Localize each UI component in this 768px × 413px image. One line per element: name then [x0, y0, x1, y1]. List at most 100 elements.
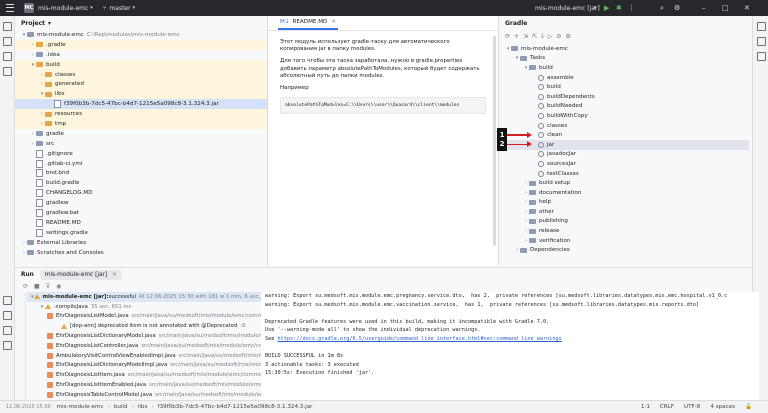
run-icon[interactable]: ▶: [604, 4, 609, 12]
add-icon[interactable]: +: [514, 33, 519, 40]
tree-item[interactable]: › tmp: [15, 119, 267, 129]
main-menu-icon[interactable]: [6, 4, 14, 12]
download-icon[interactable]: ⤓: [541, 32, 544, 40]
console-output[interactable]: warning: Export su.medsoft.mis.module.em…: [261, 292, 759, 400]
gradle-item[interactable]: clean 1: [497, 128, 749, 142]
file-encoding[interactable]: UTF-8: [684, 404, 700, 410]
close-icon[interactable]: ✕: [744, 4, 750, 12]
more-tools-icon[interactable]: [2, 67, 12, 76]
line-separator[interactable]: CRLF: [660, 404, 674, 410]
collapse-icon[interactable]: ⇱: [532, 33, 537, 40]
stop-icon[interactable]: ■: [34, 283, 40, 290]
git-tool-icon[interactable]: [2, 341, 12, 350]
tree-item[interactable]: › External Libraries: [15, 238, 267, 248]
tree-item[interactable]: .gitlab-ci.yml: [15, 159, 267, 169]
reload-icon[interactable]: ⟳: [505, 33, 510, 40]
build-tree-item[interactable]: EhrDiagnosisListDictionaryModelImpl.java…: [27, 361, 262, 371]
close-icon[interactable]: ✕: [331, 19, 336, 25]
structure-tool-icon[interactable]: [2, 52, 12, 61]
tree-item[interactable]: bnd.bnd: [15, 168, 267, 178]
project-switcher[interactable]: mis-module-emc: [38, 5, 88, 12]
breadcrumb-item[interactable]: build: [114, 404, 128, 410]
tab-readme[interactable]: M↓ README.MD ✕: [278, 16, 339, 30]
tree-item[interactable]: ▾ build: [15, 59, 267, 70]
gradle-item[interactable]: › other: [499, 207, 749, 217]
tree-item[interactable]: build.gradle: [15, 178, 267, 188]
build-tree-item[interactable]: EhrDiagnosisListModel.java src/main/java/…: [27, 312, 262, 322]
tree-item[interactable]: ▾ libs: [15, 89, 267, 100]
cursor-position[interactable]: 1:1: [641, 404, 650, 410]
gradle-item[interactable]: buildNeeded: [499, 102, 749, 112]
build-tree-item[interactable]: EhrDiagnosisListItem.java src/main/java/s…: [27, 370, 262, 380]
commit-tool-icon[interactable]: [2, 37, 12, 46]
tree-item[interactable]: › Scratches and Consoles: [15, 248, 267, 258]
tree-item[interactable]: › gradle: [15, 129, 267, 139]
gradle-item[interactable]: buildWithCopy: [499, 111, 749, 121]
breadcrumb-item[interactable]: mis-module-emc: [57, 404, 104, 410]
gradle-item[interactable]: › release: [499, 226, 749, 236]
gradle-item[interactable]: ▾ Tasks: [499, 54, 749, 64]
editor-scrollbar[interactable]: [493, 36, 496, 246]
database-tool-icon[interactable]: [756, 52, 766, 61]
gradle-item[interactable]: buildDependents: [499, 92, 749, 102]
gradle-item[interactable]: assemble: [499, 73, 749, 83]
gradle-item[interactable]: sourcesJar: [499, 159, 749, 169]
settings-icon[interactable]: ⚙: [674, 4, 680, 12]
expand-icon[interactable]: ⇲: [523, 33, 528, 40]
gradle-item[interactable]: jar 2: [497, 137, 749, 151]
gradle-item[interactable]: › publishing: [499, 217, 749, 227]
branch-switcher[interactable]: master: [109, 5, 130, 12]
tree-item[interactable]: .gitignore: [15, 149, 267, 159]
tree-item[interactable]: › classes: [15, 69, 267, 80]
gradle-item[interactable]: › Dependencies: [499, 245, 749, 255]
gradle-item[interactable]: ▾ mis-module-emc: [499, 44, 749, 54]
tree-item[interactable]: gradlew: [15, 198, 267, 208]
minimize-icon[interactable]: –: [702, 4, 706, 12]
build-tree-item[interactable]: AmbulatoryVisitControlViewEnabledImpl.ja…: [27, 351, 262, 361]
gradle-item[interactable]: javadocJar: [499, 150, 749, 160]
tree-item[interactable]: f39f0b3b-7dc5-47bc-b4d7-1215e5a098c8-3.1…: [15, 99, 267, 110]
problems-tool-icon[interactable]: [2, 326, 12, 335]
build-tree-item[interactable]: [dep-ann] deprecated item is not annotat…: [27, 321, 262, 331]
build-tree-item[interactable]: ▾ mis-module-emc [jar]: successful At 12.0…: [27, 292, 262, 302]
rerun-icon[interactable]: ⟳: [23, 283, 28, 290]
tree-item[interactable]: › resources: [15, 109, 267, 120]
run-config-selector[interactable]: mis-module-emc [jar]: [535, 5, 600, 12]
breadcrumb-item[interactable]: f39f0b3b-7dc5-47bc-b4d7-1215e5a098c8-3.1…: [158, 404, 313, 410]
tree-item[interactable]: › generated: [15, 79, 267, 90]
debug-icon[interactable]: ✱: [616, 4, 622, 12]
build-tree-item[interactable]: ▾:compileJava 35 sec, 651 ms: [27, 302, 262, 312]
run-tool-icon[interactable]: [2, 296, 12, 305]
tree-item[interactable]: › .gradle: [15, 39, 267, 50]
gradle-tool-icon[interactable]: [756, 37, 766, 46]
build-tree-item[interactable]: EhrDiagnosisListController.java src/main/…: [27, 341, 262, 351]
gradle-item[interactable]: › build setup: [499, 178, 749, 188]
gradle-item[interactable]: › verification: [499, 236, 749, 246]
build-tree-item[interactable]: EhrDiagnosisTableControlModel.java src/ma…: [27, 390, 262, 400]
settings-icon[interactable]: ⚙: [565, 33, 570, 40]
tree-item[interactable]: README.MD: [15, 218, 267, 228]
tree-item[interactable]: settings.gradle: [15, 228, 267, 238]
tree-item[interactable]: › src: [15, 139, 267, 149]
terminal-tool-icon[interactable]: [2, 311, 12, 320]
eye-icon[interactable]: ◉: [56, 283, 61, 290]
tree-item[interactable]: gradlew.bat: [15, 208, 267, 218]
maximize-icon[interactable]: □: [722, 4, 729, 12]
search-icon[interactable]: ⌕: [660, 4, 664, 13]
gradle-item[interactable]: testClasses: [499, 169, 749, 179]
tree-item[interactable]: CHANGELOG.MD: [15, 188, 267, 198]
chevron-down-icon[interactable]: ▾: [48, 20, 51, 27]
gradle-item[interactable]: classes: [499, 121, 749, 131]
gradle-item[interactable]: build: [499, 82, 749, 92]
tree-item[interactable]: › .idea: [15, 50, 267, 60]
notifications-icon[interactable]: [756, 22, 766, 31]
toggle-offline-icon[interactable]: ⊘: [556, 33, 561, 40]
filter-icon[interactable]: ⊽: [46, 283, 50, 290]
indent-setting[interactable]: 4 spaces: [710, 404, 735, 410]
project-tool-icon[interactable]: [2, 22, 12, 31]
lock-icon[interactable]: 🔓: [745, 404, 752, 410]
build-tree-item[interactable]: EhrDiagnosisListDictionaryModel.java src/…: [27, 331, 262, 341]
more-icon[interactable]: ⋮: [628, 4, 635, 12]
gradle-item[interactable]: › help: [499, 198, 749, 208]
close-icon[interactable]: ✕: [112, 272, 117, 278]
